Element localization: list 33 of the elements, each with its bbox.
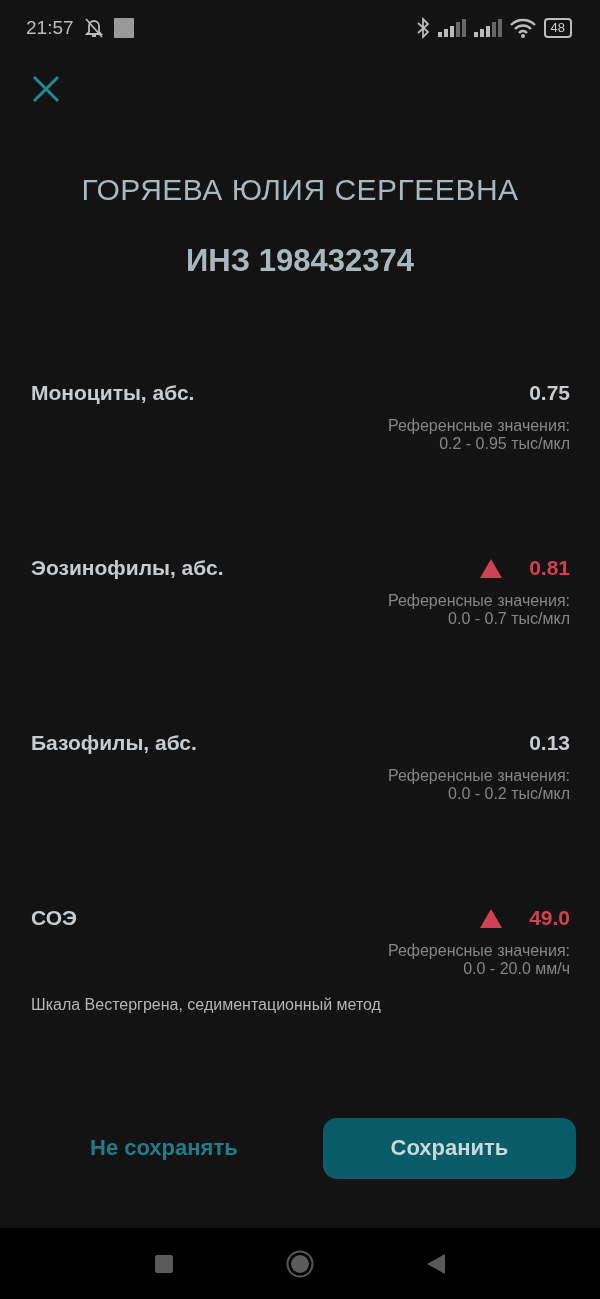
test-value: 0.81 [529,556,570,580]
patient-id: ИНЗ 198432374 [186,243,414,279]
reference-range: 0.0 - 20.0 мм/ч [463,960,570,978]
dont-save-button[interactable]: Не сохранять [60,1135,323,1161]
reference-range: 0.2 - 0.95 тыс/мкл [439,435,570,453]
save-button[interactable]: Сохранить [323,1117,576,1179]
test-name: СОЭ [31,906,78,930]
patient-name: ГОРЯЕВА ЮЛИЯ СЕРГЕЕВНА [81,173,519,207]
notification-icon [113,17,134,38]
test-name: Эозинофилы, абс. [31,556,225,580]
signal-icon [437,18,466,37]
home-icon[interactable] [286,1249,314,1278]
reference-range: 0.0 - 0.2 тыс/мкл [448,785,570,803]
recents-icon[interactable] [155,1254,173,1273]
bluetooth-icon [415,16,430,39]
test-value: 0.13 [529,731,570,755]
signal-icon [473,18,502,37]
close-button[interactable] [32,75,60,103]
reference-label: Референсные значения: [387,942,570,960]
test-name: Моноциты, абс. [31,381,196,405]
method-note: Шкала Вестергрена, седиментационный метод [31,996,382,1014]
close-icon [32,75,60,103]
test-value: 0.75 [529,381,570,405]
reference-label: Референсные значения: [387,592,570,610]
reference-range: 0.0 - 0.7 тыс/мкл [448,610,570,628]
wifi-icon [509,17,536,38]
test-name: Базофилы, абс. [31,731,198,755]
back-icon[interactable] [427,1253,445,1274]
status-time: 21:57 [26,16,74,39]
battery-indicator: 48 [543,17,572,38]
reference-label: Референсные значения: [387,417,570,435]
reference-label: Референсные значения: [387,767,570,785]
test-value: 49.0 [529,906,570,930]
